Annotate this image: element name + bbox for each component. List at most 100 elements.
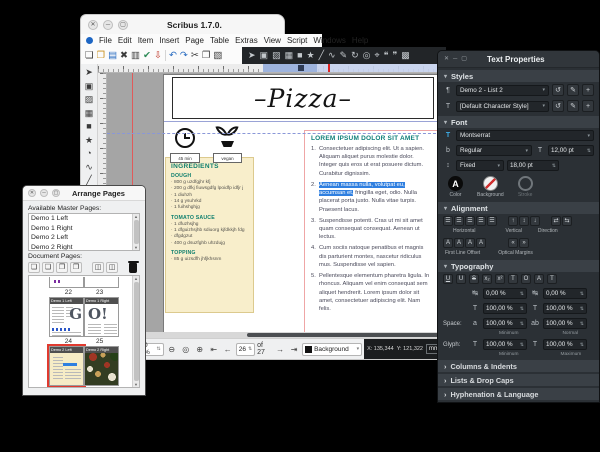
polygon-tool-icon[interactable]: ★ bbox=[85, 136, 93, 145]
spinner-arrows-icon[interactable]: ⇅ bbox=[552, 163, 556, 169]
underline-icon[interactable]: U bbox=[443, 274, 453, 284]
document-page[interactable]: –Pizza– 45 min vegan INGREDIENTS DOUGH 8… bbox=[163, 74, 446, 333]
menu-table[interactable]: Table bbox=[210, 36, 229, 45]
master-item[interactable]: Demo 2 Right bbox=[29, 243, 131, 252]
select-tool-icon[interactable]: ➤ bbox=[85, 68, 93, 77]
scale-height-spinner[interactable]: 100,00 % ⇅ bbox=[543, 303, 587, 314]
subscript-icon[interactable]: x₂ bbox=[482, 274, 492, 284]
window-maximize-button[interactable]: ▢ bbox=[118, 20, 128, 30]
optical-margin-left-button[interactable]: « bbox=[508, 238, 518, 248]
spinner-arrows-icon[interactable]: ⇅ bbox=[520, 321, 524, 327]
line-tool-icon[interactable]: ╱ bbox=[86, 176, 91, 185]
reset-paragraph-style-button[interactable]: ↺ bbox=[552, 84, 564, 96]
image-frame-tool-icon[interactable]: ▨ bbox=[85, 95, 94, 104]
menu-script[interactable]: Script bbox=[287, 36, 307, 45]
text-frame-tool-icon[interactable]: ▣ bbox=[85, 82, 94, 91]
save-document-icon[interactable]: ▤ bbox=[108, 51, 117, 61]
glyph-min-spinner[interactable]: 100,00 % ⇅ bbox=[483, 339, 527, 350]
panel-titlebar[interactable]: ✕ ─ ▢ Text Properties bbox=[438, 51, 599, 68]
zoom-out-button[interactable]: ⊖ bbox=[166, 343, 178, 356]
align-center-button[interactable]: ☰ bbox=[454, 216, 464, 226]
spinner-arrows-icon[interactable]: ⇅ bbox=[580, 306, 584, 312]
line-spacing-spinner[interactable]: 18,00 pt ⇅ bbox=[507, 160, 559, 171]
print-icon[interactable]: ▥ bbox=[131, 51, 140, 61]
stroke-color-icon[interactable] bbox=[518, 176, 533, 191]
insert-line-icon[interactable]: ╱ bbox=[319, 51, 324, 60]
reset-character-style-button[interactable]: ↺ bbox=[552, 100, 564, 112]
color-picker-icon[interactable]: ▩ bbox=[401, 51, 410, 60]
thumbnails-scrollbar[interactable]: ▲▼ bbox=[132, 276, 139, 387]
shape-tool-icon[interactable]: ■ bbox=[86, 122, 91, 131]
facing-pages-right-button[interactable]: ◫ bbox=[106, 262, 118, 273]
space-min-spinner[interactable]: 100,00 % ⇅ bbox=[483, 318, 527, 329]
redo-icon[interactable]: ↷ bbox=[180, 51, 188, 61]
insert-polygon-icon[interactable]: ★ bbox=[307, 51, 315, 60]
move-page-button[interactable]: ❐ bbox=[70, 262, 82, 273]
background-color-icon[interactable] bbox=[483, 176, 498, 191]
unlink-text-frames-icon[interactable]: ❞ bbox=[392, 51, 397, 60]
text-stroke-control[interactable]: Stroke bbox=[518, 176, 533, 198]
zoom-tool-icon[interactable]: ◎ bbox=[363, 51, 371, 60]
title-text-frame[interactable]: –Pizza– bbox=[172, 77, 434, 119]
horizontal-scrollbar[interactable] bbox=[107, 332, 446, 338]
strikethrough-icon[interactable]: S bbox=[469, 274, 479, 284]
first-page-button[interactable]: ⇤ bbox=[208, 343, 220, 356]
page-thumb-22[interactable] bbox=[49, 277, 84, 288]
flo-line-spacing-button[interactable]: A bbox=[465, 238, 475, 248]
insert-bezier-icon[interactable]: ∿ bbox=[328, 51, 336, 60]
zoom-in-button[interactable]: ⊕ bbox=[194, 343, 206, 356]
master-item[interactable]: Demo 1 Right bbox=[29, 224, 131, 234]
insert-freehand-icon[interactable]: ✎ bbox=[340, 51, 348, 60]
select-item-icon[interactable]: ➤ bbox=[248, 51, 256, 60]
layer-selector[interactable]: Background ▾ bbox=[302, 343, 362, 356]
edit-contents-icon[interactable]: ⌖ bbox=[375, 51, 380, 60]
outline-icon[interactable]: O bbox=[521, 274, 531, 284]
font-size-spinner[interactable]: 12,00 pt ⇅ bbox=[548, 145, 594, 156]
superscript-icon[interactable]: x² bbox=[495, 274, 505, 284]
allcaps-icon[interactable]: T bbox=[547, 274, 557, 284]
master-item[interactable]: Demo 1 Left bbox=[29, 214, 131, 224]
copy-icon[interactable]: ❐ bbox=[202, 51, 211, 61]
spinner-arrows-icon[interactable]: ⇅ bbox=[580, 291, 584, 297]
smallcaps-icon[interactable]: A bbox=[534, 274, 544, 284]
flo-baseline-button[interactable]: A bbox=[476, 238, 486, 248]
ruler-tab-marker[interactable] bbox=[298, 65, 304, 71]
section-alignment[interactable]: ▾ Alignment bbox=[438, 202, 599, 214]
import-page-button[interactable]: ❏ bbox=[42, 262, 54, 273]
scale-width-spinner[interactable]: 100,00 % ⇅ bbox=[483, 303, 527, 314]
spinner-arrows-icon[interactable]: ⇅ bbox=[580, 321, 584, 327]
underline-words-icon[interactable]: U bbox=[456, 274, 466, 284]
space-normal-spinner[interactable]: 100,00 % ⇅ bbox=[543, 318, 587, 329]
edit-paragraph-style-button[interactable]: ✎ bbox=[567, 84, 579, 96]
menu-help[interactable]: Help bbox=[352, 36, 368, 45]
menu-page[interactable]: Page bbox=[185, 36, 204, 45]
insert-text-frame-icon[interactable]: ▣ bbox=[260, 51, 269, 60]
menu-extras[interactable]: Extras bbox=[235, 36, 258, 45]
table-tool-icon[interactable]: ▦ bbox=[85, 109, 94, 118]
section-font[interactable]: ▾ Font bbox=[438, 116, 599, 128]
spinner-arrows-icon[interactable]: ⇅ bbox=[520, 342, 524, 348]
optical-margin-right-button[interactable]: » bbox=[519, 238, 529, 248]
export-pdf-icon[interactable]: ⇩ bbox=[154, 51, 162, 61]
section-typography[interactable]: ▾ Typography bbox=[438, 260, 599, 272]
trash-icon[interactable] bbox=[129, 263, 137, 273]
align-right-button[interactable]: ☰ bbox=[465, 216, 475, 226]
page-thumb-24[interactable]: Demo 1 Left G bbox=[49, 297, 84, 337]
zoom-default-button[interactable]: ◎ bbox=[180, 343, 192, 356]
close-document-icon[interactable]: ✖ bbox=[120, 51, 128, 61]
panel-minimize-button[interactable]: ─ bbox=[453, 56, 457, 62]
document-canvas[interactable]: –Pizza– 45 min vegan INGREDIENTS DOUGH 8… bbox=[107, 73, 446, 338]
new-document-icon[interactable]: ❏ bbox=[85, 51, 94, 61]
master-item[interactable]: Demo 2 Left bbox=[29, 233, 131, 243]
line-spacing-mode-select[interactable]: Fixed ▾ bbox=[456, 160, 504, 171]
spinner-arrows-icon[interactable]: ⇅ bbox=[580, 342, 584, 348]
window-minimize-button[interactable]: ─ bbox=[103, 20, 113, 30]
font-family-select[interactable]: Montserrat ▾ bbox=[456, 130, 594, 141]
section-lists-drop-caps[interactable]: › Lists & Drop Caps bbox=[438, 374, 599, 386]
flo-max-ascent-button[interactable]: A bbox=[443, 238, 453, 248]
spiral-tool-icon[interactable]: ∿ bbox=[85, 163, 93, 172]
scrollbar-handle[interactable] bbox=[247, 333, 443, 337]
section-columns-indents[interactable]: › Columns & Indents bbox=[438, 360, 599, 372]
text-background-control[interactable]: Background bbox=[477, 176, 504, 198]
page-thumb-26-selected[interactable]: Demo 2 Left bbox=[49, 346, 84, 386]
